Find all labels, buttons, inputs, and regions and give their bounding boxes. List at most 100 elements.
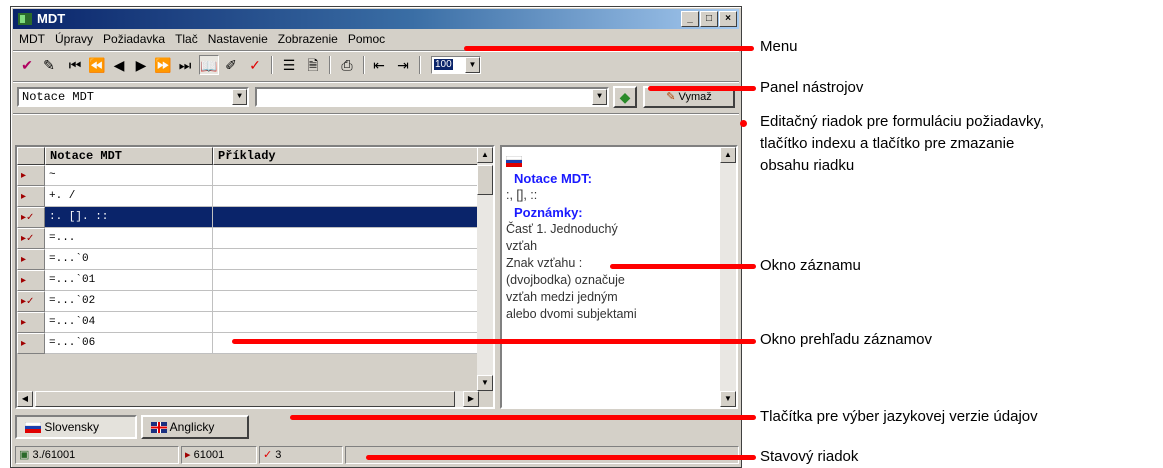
annotation-status: Stavový riadok xyxy=(760,448,859,465)
table-row[interactable]: ▸ =...`0 xyxy=(17,249,479,270)
row-marker-icon[interactable]: ▸ xyxy=(17,270,45,291)
cell-notation[interactable]: =... xyxy=(45,228,213,249)
book-icon[interactable]: 📖 xyxy=(199,55,219,75)
cell-notation[interactable]: :. []. :: xyxy=(45,207,213,228)
annotation-menu: Menu xyxy=(760,38,798,55)
record-window: Notace MDT: :, [], :: Poznámky: Časť 1. … xyxy=(500,145,738,409)
chevron-down-icon[interactable]: ▼ xyxy=(592,89,607,105)
cell-example[interactable] xyxy=(213,249,479,270)
row-marker-icon[interactable]: ▸ xyxy=(17,333,45,354)
cell-notation[interactable]: =...`04 xyxy=(45,312,213,333)
menu-pomoc[interactable]: Pomoc xyxy=(348,32,385,46)
print-icon[interactable]: ⎙ xyxy=(337,55,357,75)
next-page-icon[interactable]: ⏩ xyxy=(153,55,173,75)
tab-anglicky-label: Anglicky xyxy=(169,420,215,434)
cell-example[interactable] xyxy=(213,207,479,228)
cell-notation[interactable]: =...`0 xyxy=(45,249,213,270)
record-text-line: Časť 1. Jednoduchý xyxy=(506,222,618,236)
field-combo[interactable]: Notace MDT ▼ xyxy=(17,87,249,107)
row-marker-icon[interactable]: ▸ xyxy=(17,186,45,207)
table-row[interactable]: ▸ +. / xyxy=(17,186,479,207)
maximize-button[interactable]: □ xyxy=(700,11,718,27)
table-row[interactable]: ▸✓:. []. :: xyxy=(17,207,479,228)
record-vertical-scrollbar[interactable]: ▲ ▼ xyxy=(720,147,736,407)
title-bar[interactable]: MDT _ □ × xyxy=(13,9,739,29)
cell-example[interactable] xyxy=(213,228,479,249)
list-icon[interactable]: ☰ xyxy=(279,55,299,75)
menu-upravy[interactable]: Úpravy xyxy=(55,32,93,46)
record-text-line: (dvojbodka) označuje xyxy=(506,273,625,287)
row-marker-icon[interactable]: ▸✓ xyxy=(17,228,45,249)
chevron-down-icon[interactable]: ▼ xyxy=(465,57,480,73)
menu-tlac[interactable]: Tlač xyxy=(175,32,198,46)
column-header-examples[interactable]: Příklady xyxy=(213,147,479,165)
cell-notation[interactable]: ~ xyxy=(45,165,213,186)
first-record-icon[interactable]: ⏮ xyxy=(65,55,85,75)
cell-example[interactable] xyxy=(213,312,479,333)
row-marker-icon[interactable]: ▸ xyxy=(17,312,45,333)
tag-check-icon[interactable]: ✔ xyxy=(17,55,37,75)
annotation-record: Okno záznamu xyxy=(760,257,861,274)
app-icon xyxy=(18,13,32,25)
row-marker-icon[interactable]: ▸✓ xyxy=(17,207,45,228)
cell-notation[interactable]: +. / xyxy=(45,186,213,207)
next-record-icon[interactable]: ▶ xyxy=(131,55,151,75)
edit-note-icon[interactable]: ✎ xyxy=(39,55,59,75)
scroll-thumb[interactable] xyxy=(35,391,455,407)
annotation-line-overview xyxy=(232,339,756,344)
cell-example[interactable] xyxy=(213,165,479,186)
row-marker-icon[interactable]: ▸ xyxy=(17,249,45,270)
grid-vertical-scrollbar[interactable]: ▲ ▼ xyxy=(477,147,493,391)
document-icon[interactable]: 🗎 xyxy=(303,55,323,75)
grid-horizontal-scrollbar[interactable]: ◀ ▶ xyxy=(17,391,479,407)
annotation-line-record xyxy=(610,264,756,269)
previous-page-icon[interactable]: ⏪ xyxy=(87,55,107,75)
cell-notation[interactable]: =...`02 xyxy=(45,291,213,312)
row-marker-icon[interactable]: ▸✓ xyxy=(17,291,45,312)
menu-zobrazenie[interactable]: Zobrazenie xyxy=(278,32,338,46)
scroll-down-icon[interactable]: ▼ xyxy=(720,391,736,407)
close-button[interactable]: × xyxy=(719,11,737,27)
menu-nastavenie[interactable]: Nastavenie xyxy=(208,32,268,46)
chevron-down-icon[interactable]: ▼ xyxy=(232,89,247,105)
scroll-right-icon[interactable]: ▶ xyxy=(463,391,479,407)
column-header-notation[interactable]: Notace MDT xyxy=(45,147,213,165)
scroll-up-icon[interactable]: ▲ xyxy=(720,147,736,163)
checkmark-icon[interactable]: ✓ xyxy=(245,55,265,75)
status-total-count: ▸ 61001 xyxy=(181,446,257,464)
cell-notation[interactable]: =...`06 xyxy=(45,333,213,354)
cell-example[interactable] xyxy=(213,291,479,312)
last-record-icon[interactable]: ⏭ xyxy=(175,55,195,75)
scroll-up-icon[interactable]: ▲ xyxy=(477,147,493,163)
zoom-combo[interactable]: 100 ▼ xyxy=(431,56,481,74)
table-row[interactable]: ▸✓ =... xyxy=(17,228,479,249)
scroll-down-icon[interactable]: ▼ xyxy=(477,375,493,391)
menu-mdt[interactable]: MDT xyxy=(19,32,45,46)
tab-anglicky[interactable]: Anglicky xyxy=(141,415,249,439)
annotation-overview: Okno prehľadu záznamov xyxy=(760,331,932,348)
tab-slovensky[interactable]: Slovensky xyxy=(15,415,137,439)
minimize-button[interactable]: _ xyxy=(681,11,699,27)
previous-record-icon[interactable]: ◀ xyxy=(109,55,129,75)
import-icon[interactable]: ⇤ xyxy=(369,55,389,75)
scroll-left-icon[interactable]: ◀ xyxy=(17,391,33,407)
table-row[interactable]: ▸ =...`04 xyxy=(17,312,479,333)
records-grid[interactable]: Notace MDT Příklady ▸ ~ ▸ +. / ▸✓:. []. :: ▸✓… xyxy=(15,145,495,409)
annotation-toolbar: Panel nástrojov xyxy=(760,79,864,96)
index-button[interactable]: ◆ xyxy=(613,86,637,108)
row-header-corner xyxy=(17,147,45,165)
row-marker-icon[interactable]: ▸ xyxy=(17,165,45,186)
table-row[interactable]: ▸✓ =...`02 xyxy=(17,291,479,312)
query-input[interactable]: ▼ xyxy=(255,87,609,107)
export-icon[interactable]: ⇥ xyxy=(393,55,413,75)
cell-example[interactable] xyxy=(213,270,479,291)
record-position-icon: ▣ xyxy=(19,449,30,461)
cell-example[interactable] xyxy=(213,186,479,207)
highlighter-icon[interactable]: ✐ xyxy=(221,55,241,75)
table-row[interactable]: ▸ =...`01 xyxy=(17,270,479,291)
table-row[interactable]: ▸ ~ xyxy=(17,165,479,186)
menu-poziadavka[interactable]: Požiadavka xyxy=(103,32,165,46)
scroll-thumb[interactable] xyxy=(477,165,493,195)
status-record-position: ▣ 3./61001 xyxy=(15,446,179,464)
cell-notation[interactable]: =...`01 xyxy=(45,270,213,291)
